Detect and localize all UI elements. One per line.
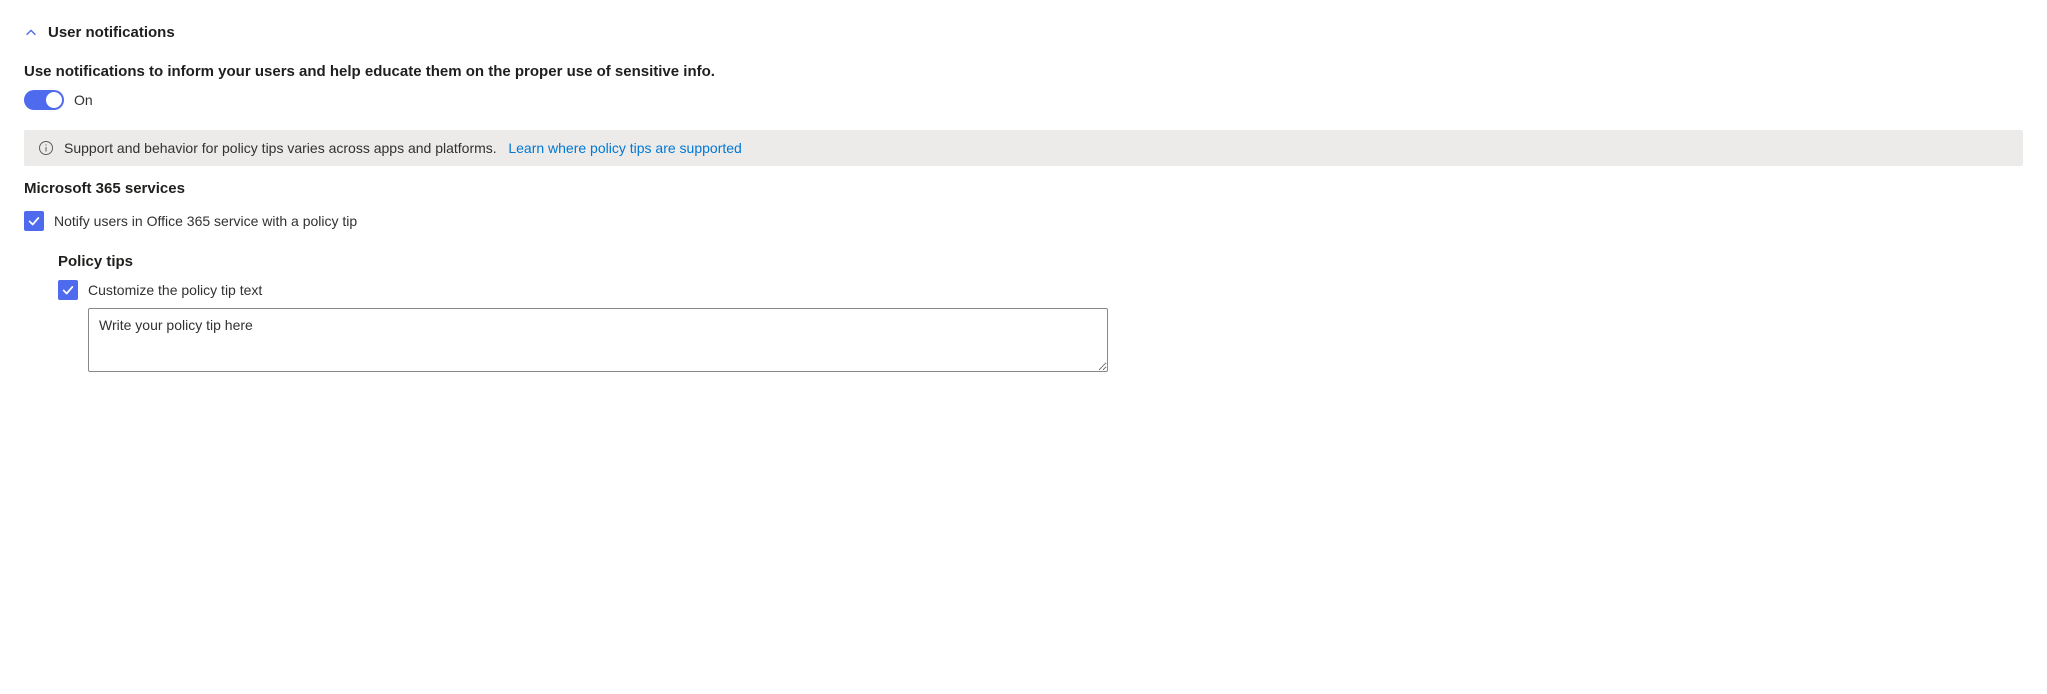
chevron-up-icon bbox=[24, 26, 38, 40]
customize-tip-checkbox[interactable] bbox=[58, 280, 78, 300]
policy-tips-title: Policy tips bbox=[58, 253, 2023, 270]
notifications-toggle-row: On bbox=[24, 90, 2023, 110]
notify-users-label: Notify users in Office 365 service with … bbox=[54, 213, 357, 229]
customize-tip-label: Customize the policy tip text bbox=[88, 282, 262, 298]
section-description: Use notifications to inform your users a… bbox=[24, 63, 2023, 80]
section-title: User notifications bbox=[48, 24, 175, 41]
policy-tip-textarea[interactable] bbox=[88, 308, 1108, 372]
notifications-toggle-label: On bbox=[74, 92, 93, 108]
section-header-user-notifications[interactable]: User notifications bbox=[24, 24, 2023, 41]
toggle-thumb bbox=[46, 92, 62, 108]
info-icon bbox=[38, 140, 54, 156]
info-banner: Support and behavior for policy tips var… bbox=[24, 130, 2023, 166]
info-banner-link[interactable]: Learn where policy tips are supported bbox=[508, 140, 741, 156]
info-banner-text: Support and behavior for policy tips var… bbox=[64, 140, 742, 156]
m365-services-title: Microsoft 365 services bbox=[24, 180, 2023, 197]
info-banner-message: Support and behavior for policy tips var… bbox=[64, 140, 497, 156]
notifications-toggle[interactable] bbox=[24, 90, 64, 110]
policy-tips-section: Policy tips Customize the policy tip tex… bbox=[58, 253, 2023, 372]
customize-tip-checkbox-row: Customize the policy tip text bbox=[58, 280, 2023, 300]
notify-users-checkbox[interactable] bbox=[24, 211, 44, 231]
notify-users-checkbox-row: Notify users in Office 365 service with … bbox=[24, 211, 2023, 231]
